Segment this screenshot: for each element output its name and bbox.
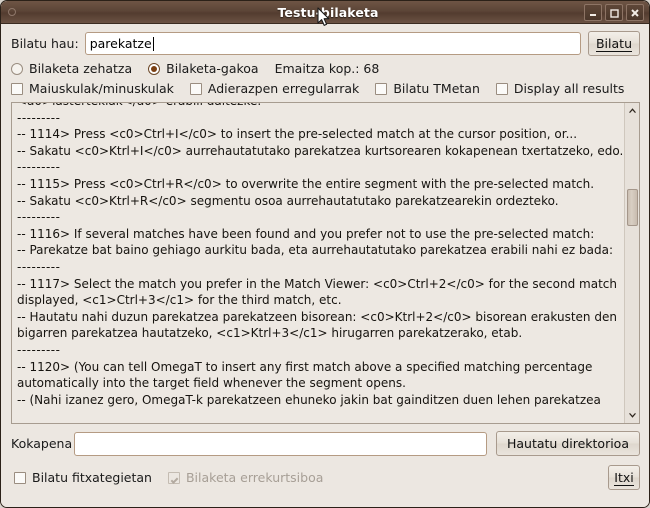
choose-directory-label: Hautatu direktorioa xyxy=(506,436,629,451)
radio-icon-keyword-selected xyxy=(148,62,161,75)
search-label: Bilatu hau: xyxy=(11,36,79,51)
checkbox-icon-regex xyxy=(189,82,202,95)
search-row: Bilatu hau: parekatze Bilatu xyxy=(1,24,649,56)
results-count-label: Emaitza kop.: 68 xyxy=(274,61,380,76)
checkbox-search-tm[interactable]: Bilatu TMetan xyxy=(375,81,480,96)
choose-directory-button[interactable]: Hautatu direktorioa xyxy=(495,431,640,456)
results-textarea[interactable]: <a0>lasterteklak</a0> erabili daitezke. … xyxy=(12,103,624,423)
maximize-icon xyxy=(610,8,619,18)
radio-exact-search[interactable]: Bilaketa zehatza xyxy=(11,61,132,76)
search-text-window: Testu-bilaketa Bilatu hau: parekatze Bil… xyxy=(0,0,650,508)
footer-row: Bilatu fitxategietan Bilaketa errekurtsi… xyxy=(1,456,649,490)
result-line: -- 1117> Select the match you prefer in … xyxy=(17,276,617,308)
result-line: -- Hautatu nahi duzun parekatzea parekat… xyxy=(17,309,617,341)
result-line: --------- xyxy=(17,259,61,274)
scroll-up-button[interactable] xyxy=(625,103,639,118)
scroll-down-button[interactable] xyxy=(625,408,639,423)
radio-keyword-search[interactable]: Bilaketa-gakoa xyxy=(148,61,259,76)
result-line: -- 1116> If several matches have been fo… xyxy=(17,226,595,241)
window-menu-icon[interactable] xyxy=(8,8,16,16)
radio-icon-exact xyxy=(11,62,23,75)
location-row: Kokapena Hautatu direktorioa xyxy=(1,424,649,456)
result-line: -- 1114> Press <c0>Ctrl+I</c0> to insert… xyxy=(17,127,578,142)
checkbox-icon-search-files xyxy=(14,471,26,484)
checkbox-case-sensitive[interactable]: Maiuskulak/minuskulak xyxy=(11,81,174,96)
result-line: -- Parekatze bat baino gehiago aurkitu b… xyxy=(17,243,613,258)
results-panel: <a0>lasterteklak</a0> erabili daitezke. … xyxy=(11,102,640,424)
location-label: Kokapena xyxy=(11,436,73,451)
result-line: <a0>lasterteklak</a0> erabili daitezke. xyxy=(17,103,622,110)
chevron-up-icon xyxy=(629,108,636,113)
dialog-body: Bilatu hau: parekatze Bilatu Bilaketa ze… xyxy=(1,24,649,507)
result-line: -- Sakatu <c0>Ktrl+R</c0> segmentu osoa … xyxy=(17,193,559,208)
search-mode-row: Bilaketa zehatza Bilaketa-gakoa Emaitza … xyxy=(1,56,649,76)
window-controls xyxy=(584,4,644,21)
window-title: Testu-bilaketa xyxy=(277,4,379,20)
search-button[interactable]: Bilatu xyxy=(588,31,640,56)
radio-keyword-label: Bilaketa-gakoa xyxy=(166,61,259,76)
results-count: Emaitza kop.: 68 xyxy=(275,61,380,76)
checkbox-regex[interactable]: Adierazpen erregularrak xyxy=(189,81,360,96)
close-dialog-button[interactable]: Itxi xyxy=(608,465,640,490)
result-line: --------- xyxy=(17,160,61,175)
text-caret xyxy=(152,36,154,51)
close-button[interactable] xyxy=(626,4,644,21)
result-line: -- 1115> Press <c0>Ctrl+R</c0> to overwr… xyxy=(17,176,595,191)
checkbox-display-all[interactable]: Display all results xyxy=(495,81,625,96)
checkbox-recursive-search: Bilaketa errekurtsiboa xyxy=(167,470,324,485)
result-line: -- Sakatu <c0>Ktrl+I</c0> aurrehautatuta… xyxy=(17,143,624,158)
checkbox-case-label: Maiuskulak/minuskulak xyxy=(29,81,174,96)
checkbox-search-files-label: Bilatu fitxategietan xyxy=(32,470,152,485)
search-button-label: Bilatu xyxy=(595,35,632,52)
checkbox-search-files[interactable]: Bilatu fitxategietan xyxy=(14,470,152,485)
radio-exact-label: Bilaketa zehatza xyxy=(29,61,133,76)
titlebar[interactable]: Testu-bilaketa xyxy=(1,1,649,24)
maximize-button[interactable] xyxy=(605,4,623,21)
results-vertical-scrollbar[interactable] xyxy=(624,103,639,423)
checkbox-icon-recursive xyxy=(167,471,180,484)
result-line: --------- xyxy=(17,210,61,225)
results-content: <a0>lasterteklak</a0> erabili daitezke. … xyxy=(17,103,624,408)
result-line: -- (Nahi izanez gero, OmegaT-k parekatze… xyxy=(17,392,601,407)
checkbox-recursive-label: Bilaketa errekurtsiboa xyxy=(185,470,324,485)
chevron-down-icon xyxy=(629,413,636,418)
location-input[interactable] xyxy=(74,431,487,456)
checkbox-icon-tm xyxy=(375,82,388,95)
result-line: --------- xyxy=(17,110,61,125)
close-icon xyxy=(631,8,639,17)
result-line: -- 1120> (You can tell OmegaT to insert … xyxy=(17,359,593,391)
minimize-icon xyxy=(590,13,596,16)
checkbox-display-all-label: Display all results xyxy=(513,81,625,96)
checkbox-tm-label: Bilatu TMetan xyxy=(393,81,480,96)
close-dialog-label: Itxi xyxy=(614,469,634,486)
result-line: --------- xyxy=(17,342,61,357)
checkbox-regex-label: Adierazpen erregularrak xyxy=(207,81,360,96)
scrollbar-thumb[interactable] xyxy=(627,189,638,226)
search-input[interactable]: parekatze xyxy=(84,32,581,55)
minimize-button[interactable] xyxy=(584,4,602,21)
search-input-value: parekatze xyxy=(89,36,152,51)
search-options-row: Maiuskulak/minuskulak Adierazpen erregul… xyxy=(1,76,649,96)
checkbox-icon-case xyxy=(11,82,23,95)
checkbox-icon-display-all xyxy=(495,82,508,95)
